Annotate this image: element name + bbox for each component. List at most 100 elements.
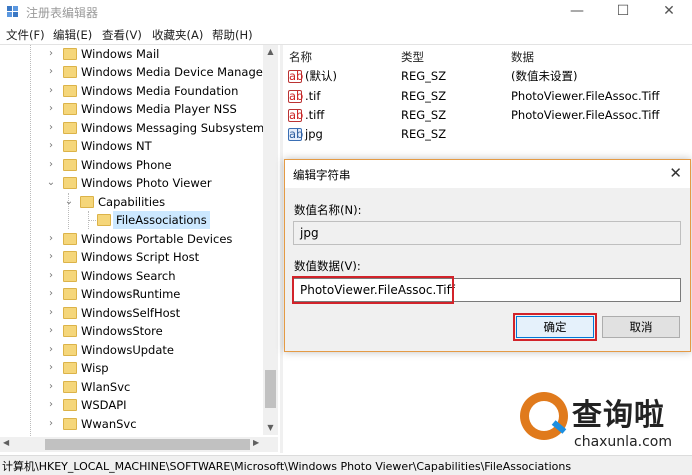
status-bar: 计算机\HKEY_LOCAL_MACHINE\SOFTWARE\Microsof… bbox=[0, 455, 692, 475]
tree-item-wwansvc[interactable]: › WwanSvc bbox=[0, 415, 262, 433]
tree-item-windows-media-player-nss[interactable]: › Windows Media Player NSS bbox=[0, 100, 262, 118]
list-row[interactable]: ab jpg REG_SZ bbox=[283, 125, 692, 144]
column-header-type[interactable]: 类型 bbox=[401, 49, 424, 65]
tree-item-windows-update[interactable]: › WindowsUpdate bbox=[0, 341, 262, 359]
scroll-left-arrow-icon[interactable]: ◀ bbox=[3, 438, 9, 447]
list-row[interactable]: ab (默认) REG_SZ (数值未设置) bbox=[283, 67, 692, 86]
tree-item-windows-nt[interactable]: › Windows NT bbox=[0, 137, 262, 155]
title-bar: 注册表编辑器 — ☐ ✕ bbox=[0, 0, 692, 24]
tree-item-wisp[interactable]: › Wisp bbox=[0, 359, 262, 377]
tree-item-windows-media-foundation[interactable]: › Windows Media Foundation bbox=[0, 82, 262, 100]
tree-item-windows-media-device-manager[interactable]: › Windows Media Device Manager bbox=[0, 63, 268, 81]
tree-item-windows-self-host[interactable]: › WindowsSelfHost bbox=[0, 304, 262, 322]
maximize-button[interactable]: ☐ bbox=[600, 0, 646, 24]
folder-icon bbox=[63, 399, 77, 411]
menu-favorites[interactable]: 收藏夹(A) bbox=[152, 27, 203, 43]
tree-item-label: WindowsSelfHost bbox=[81, 306, 181, 320]
tree-item-wlansvc[interactable]: › WlanSvc bbox=[0, 378, 262, 396]
chevron-down-icon[interactable]: ⌄ bbox=[46, 174, 56, 192]
window-title: 注册表编辑器 bbox=[26, 6, 99, 20]
chevron-right-icon[interactable]: › bbox=[46, 322, 56, 340]
menu-help[interactable]: 帮助(H) bbox=[212, 27, 253, 43]
chevron-right-icon[interactable]: › bbox=[46, 341, 56, 359]
tree-item-label: Windows Photo Viewer bbox=[81, 176, 212, 190]
chevron-right-icon[interactable]: › bbox=[46, 396, 56, 414]
chevron-down-icon[interactable]: ⌄ bbox=[64, 193, 74, 211]
chevron-right-icon[interactable]: › bbox=[46, 248, 56, 266]
tree-item-label: FileAssociations bbox=[113, 211, 210, 229]
tree-item-windows-search[interactable]: › Windows Search bbox=[0, 267, 262, 285]
close-icon[interactable]: ✕ bbox=[669, 164, 682, 182]
chevron-right-icon[interactable]: › bbox=[46, 100, 56, 118]
chevron-right-icon[interactable]: › bbox=[46, 137, 56, 155]
tree-item-label: Windows Media Player NSS bbox=[81, 102, 237, 116]
value-data: PhotoViewer.FileAssoc.Tiff bbox=[511, 108, 660, 122]
minimize-button[interactable]: — bbox=[554, 0, 600, 24]
chevron-right-icon[interactable]: › bbox=[46, 359, 56, 377]
list-row[interactable]: ab .tif REG_SZ PhotoViewer.FileAssoc.Tif… bbox=[283, 87, 692, 106]
chevron-right-icon[interactable]: › bbox=[46, 156, 56, 174]
watermark-logo: 查询啦 chaxunla.com bbox=[516, 388, 692, 455]
registry-tree[interactable]: › Windows Mail › Windows Media Device Ma… bbox=[0, 45, 278, 440]
folder-icon bbox=[97, 214, 111, 226]
tree-item-windows-photo-viewer[interactable]: ⌄ Windows Photo Viewer bbox=[0, 174, 262, 192]
scroll-down-arrow-icon[interactable]: ▼ bbox=[263, 423, 278, 432]
tree-horizontal-scrollbar[interactable]: ◀ ▶ bbox=[0, 437, 278, 452]
column-header-data[interactable]: 数据 bbox=[511, 49, 534, 65]
tree-item-windows-phone[interactable]: › Windows Phone bbox=[0, 156, 262, 174]
data-highlight-box bbox=[292, 276, 454, 304]
tree-item-label: Wisp bbox=[81, 361, 109, 375]
edit-string-dialog: 编辑字符串 ✕ 数值名称(N): jpg 数值数据(V): PhotoViewe… bbox=[284, 159, 691, 352]
column-header-name[interactable]: 名称 bbox=[289, 49, 312, 65]
tree-item-capabilities[interactable]: ⌄ Capabilities bbox=[0, 193, 262, 211]
folder-icon bbox=[63, 177, 77, 189]
folder-icon bbox=[63, 48, 77, 60]
list-row[interactable]: ab .tiff REG_SZ PhotoViewer.FileAssoc.Ti… bbox=[283, 106, 692, 125]
folder-icon bbox=[63, 270, 77, 282]
close-button[interactable]: ✕ bbox=[646, 0, 692, 24]
chevron-right-icon[interactable]: › bbox=[46, 63, 56, 81]
chevron-right-icon[interactable]: › bbox=[46, 378, 56, 396]
folder-icon bbox=[63, 344, 77, 356]
value-name-field: jpg bbox=[293, 221, 681, 245]
scroll-up-arrow-icon[interactable]: ▲ bbox=[263, 47, 278, 56]
value-name-label: 数值名称(N): bbox=[294, 203, 362, 217]
folder-icon bbox=[63, 140, 77, 152]
menu-file[interactable]: 文件(F) bbox=[6, 27, 45, 43]
folder-icon bbox=[63, 85, 77, 97]
menu-edit[interactable]: 编辑(E) bbox=[53, 27, 92, 43]
tree-item-label: Windows Media Foundation bbox=[81, 84, 239, 98]
folder-icon bbox=[63, 288, 77, 300]
folder-icon bbox=[63, 381, 77, 393]
value-name: .tif bbox=[305, 89, 321, 103]
tree-item-label: Windows Portable Devices bbox=[81, 232, 233, 246]
tree-vertical-scrollbar[interactable]: ▲ ▼ bbox=[263, 45, 278, 435]
tree-item-windows-messaging-subsystem[interactable]: › Windows Messaging Subsystem bbox=[0, 119, 264, 137]
scroll-right-arrow-icon[interactable]: ▶ bbox=[253, 438, 259, 447]
value-name: (默认) bbox=[305, 69, 337, 83]
tree-item-file-associations[interactable]: FileAssociations bbox=[0, 211, 262, 229]
chevron-right-icon[interactable]: › bbox=[46, 415, 56, 433]
folder-icon bbox=[63, 103, 77, 115]
chevron-right-icon[interactable]: › bbox=[46, 304, 56, 322]
value-data-label: 数值数据(V): bbox=[294, 259, 361, 273]
chevron-right-icon[interactable]: › bbox=[46, 267, 56, 285]
tree-item-windows-script-host[interactable]: › Windows Script Host bbox=[0, 248, 262, 266]
scroll-thumb[interactable] bbox=[45, 439, 250, 450]
folder-icon bbox=[63, 362, 77, 374]
cancel-button[interactable]: 取消 bbox=[602, 316, 680, 338]
chevron-right-icon[interactable]: › bbox=[46, 119, 56, 137]
chevron-right-icon[interactable]: › bbox=[46, 230, 56, 248]
menu-view[interactable]: 查看(V) bbox=[102, 27, 142, 43]
tree-item-windows-runtime[interactable]: › WindowsRuntime bbox=[0, 285, 262, 303]
chevron-right-icon[interactable]: › bbox=[46, 45, 56, 63]
scroll-thumb[interactable] bbox=[265, 370, 276, 408]
tree-item-windows-mail[interactable]: › Windows Mail bbox=[0, 45, 262, 63]
tree-item-windows-store[interactable]: › WindowsStore bbox=[0, 322, 262, 340]
tree-item-windows-portable-devices[interactable]: › Windows Portable Devices bbox=[0, 230, 262, 248]
chevron-right-icon[interactable]: › bbox=[46, 285, 56, 303]
chevron-right-icon[interactable]: › bbox=[46, 82, 56, 100]
binary-value-icon: ab bbox=[288, 127, 304, 141]
tree-item-wsdapi[interactable]: › WSDAPI bbox=[0, 396, 262, 414]
value-type: REG_SZ bbox=[401, 89, 447, 103]
